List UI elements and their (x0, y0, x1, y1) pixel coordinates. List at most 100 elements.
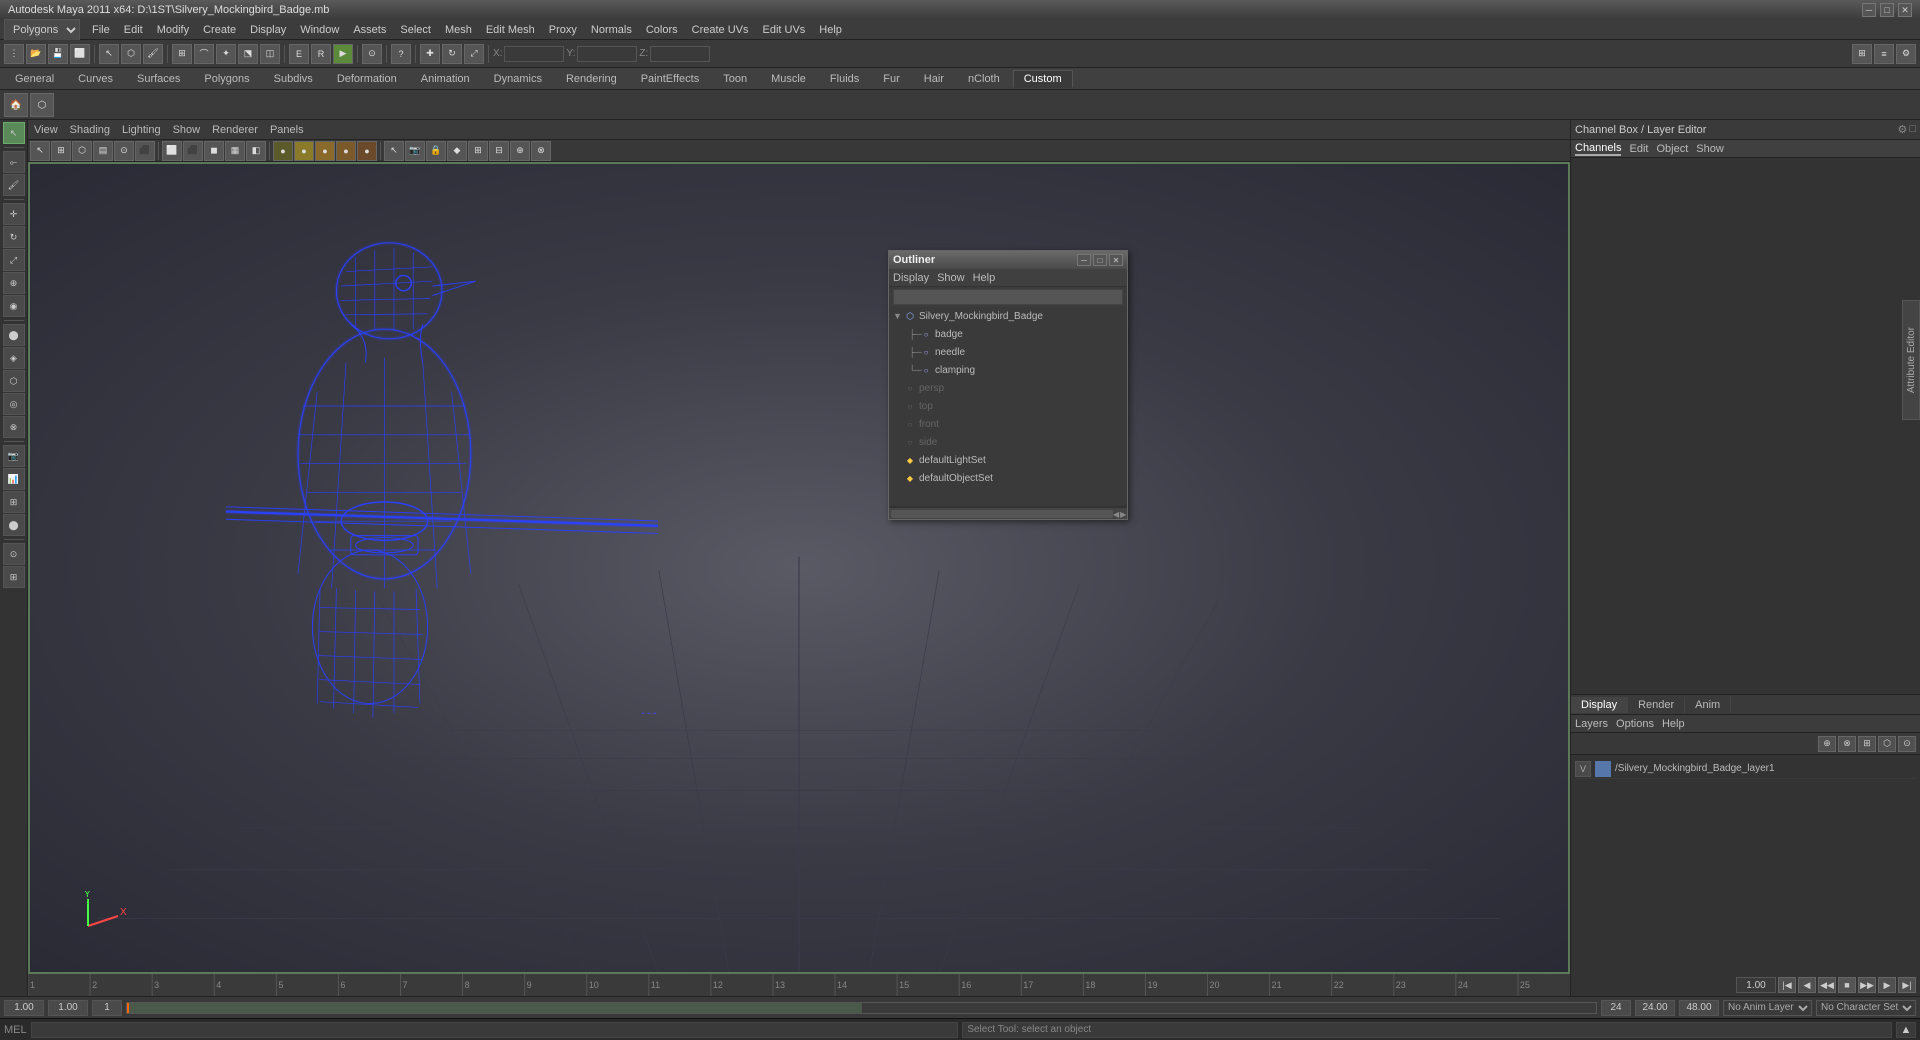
scroll-left[interactable]: ◀ (1113, 510, 1119, 518)
vp-icon-smooth[interactable]: ⊙ (114, 141, 134, 161)
vp-icon-wireframe[interactable]: ⬛ (135, 141, 155, 161)
shelf-tab-custom[interactable]: Custom (1013, 70, 1073, 88)
tree-item-lightset[interactable]: ◆ defaultLightSet (889, 451, 1127, 469)
mel-input[interactable] (31, 1022, 959, 1038)
vp-menu-renderer[interactable]: Renderer (210, 124, 260, 136)
cluster-tool[interactable]: ⬡ (3, 370, 25, 392)
shelf-icon-home[interactable]: 🏠 (4, 93, 28, 117)
shelf-tab-toon[interactable]: Toon (712, 70, 758, 88)
outliner-menu-help[interactable]: Help (973, 272, 996, 284)
menu-display[interactable]: Display (244, 23, 292, 37)
vp-quality-3[interactable]: ● (315, 141, 335, 161)
snap-view-icon[interactable]: ⬔ (238, 44, 258, 64)
maximize-button[interactable]: □ (1880, 3, 1894, 17)
timeline-ruler[interactable]: 1 2 3 4 5 6 7 8 9 (28, 974, 1570, 996)
extrude-icon[interactable]: E (289, 44, 309, 64)
vp-menu-show[interactable]: Show (171, 124, 203, 136)
vp-shading-shadow[interactable]: ◧ (246, 141, 266, 161)
snap-curve-icon[interactable]: ⌒ (194, 44, 214, 64)
vp-shading-2[interactable]: ⬛ (183, 141, 203, 161)
vp-tool1[interactable]: ⊞ (468, 141, 488, 161)
le-tool-5[interactable]: ⊙ (1898, 736, 1916, 752)
viewport-canvas[interactable]: X Y (28, 162, 1570, 974)
move-tool[interactable]: ✛ (3, 203, 25, 225)
minimize-button[interactable]: ─ (1862, 3, 1876, 17)
render-tool[interactable]: ⬤ (3, 514, 25, 536)
vp-menu-shading[interactable]: Shading (68, 124, 112, 136)
coord-x-input[interactable] (504, 46, 564, 62)
coord-z-input[interactable] (650, 46, 710, 62)
shelf-tab-curves[interactable]: Curves (67, 70, 124, 88)
tree-item-top[interactable]: ○ top (889, 397, 1127, 415)
step-back[interactable]: ◀ (1798, 977, 1816, 993)
construction-history-icon[interactable]: ⊙ (362, 44, 382, 64)
select-all-icon[interactable]: ⋮ (4, 44, 24, 64)
snap-tool[interactable]: ⊞ (3, 566, 25, 588)
right-icons-3[interactable]: ⚙ (1896, 44, 1916, 64)
menu-mesh[interactable]: Mesh (439, 23, 478, 37)
outliner-search-input[interactable] (893, 289, 1123, 305)
menu-edit-mesh[interactable]: Edit Mesh (480, 23, 541, 37)
attribute-editor-side-tab[interactable]: Attribute Editor (1902, 300, 1920, 420)
channel-box-icon-2[interactable]: □ (1909, 123, 1916, 136)
vp-shading-tex[interactable]: ▦ (225, 141, 245, 161)
menu-edit-uvs[interactable]: Edit UVs (757, 23, 812, 37)
le-tab-display[interactable]: Display (1571, 697, 1628, 713)
shelf-tab-polygons[interactable]: Polygons (193, 70, 260, 88)
vp-tool3[interactable]: ⊕ (510, 141, 530, 161)
menu-select[interactable]: Select (394, 23, 437, 37)
le-tool-2[interactable]: ⊗ (1838, 736, 1856, 752)
range-current-start-input[interactable] (48, 1000, 88, 1016)
soft-mod-tool[interactable]: ◉ (3, 295, 25, 317)
le-tab-render[interactable]: Render (1628, 697, 1685, 713)
tree-item-front[interactable]: ○ front (889, 415, 1127, 433)
go-to-end[interactable]: ▶| (1898, 977, 1916, 993)
rotate-icon[interactable]: ↻ (442, 44, 462, 64)
channel-box-icon-1[interactable]: ⚙ (1897, 123, 1907, 136)
menu-edit[interactable]: Edit (118, 23, 149, 37)
outliner-menu-show[interactable]: Show (937, 272, 965, 284)
dope-sheet-tool[interactable]: ⊞ (3, 491, 25, 513)
snap-grid-icon[interactable]: ⊞ (172, 44, 192, 64)
vp-menu-view[interactable]: View (32, 124, 60, 136)
le-tool-3[interactable]: ⊞ (1858, 736, 1876, 752)
tree-item-needle[interactable]: ├─ ○ needle (889, 343, 1127, 361)
range-end-right-input[interactable] (1679, 1000, 1719, 1016)
universal-manip[interactable]: ⊕ (3, 272, 25, 294)
shelf-tab-fluids[interactable]: Fluids (819, 70, 870, 88)
le-tool-1[interactable]: ⊕ (1818, 736, 1836, 752)
stop[interactable]: ■ (1838, 977, 1856, 993)
step-forward[interactable]: ▶ (1878, 977, 1896, 993)
shelf-tab-subdivs[interactable]: Subdivs (263, 70, 324, 88)
vp-menu-lighting[interactable]: Lighting (120, 124, 163, 136)
ik-tool[interactable]: ⊗ (3, 416, 25, 438)
menu-normals[interactable]: Normals (585, 23, 638, 37)
tree-item-badge[interactable]: ├─ ○ badge (889, 325, 1127, 343)
lasso-tool[interactable]: ⟜ (3, 151, 25, 173)
show-manip-tool[interactable]: ⊙ (3, 543, 25, 565)
graph-editor-tool[interactable]: 📊 (3, 468, 25, 490)
vp-bookmark-icon[interactable]: ◆ (447, 141, 467, 161)
sculpt-tool[interactable]: ⬤ (3, 324, 25, 346)
scale-icon[interactable]: ⤢ (464, 44, 484, 64)
vp-select-icon[interactable]: ↖ (384, 141, 404, 161)
select-mode-icon[interactable]: ↖ (99, 44, 119, 64)
tree-item-silvery[interactable]: ▼ ⬡ Silvery_Mockingbird_Badge (889, 307, 1127, 325)
menu-colors[interactable]: Colors (640, 23, 684, 37)
scroll-right[interactable]: ▶ (1120, 510, 1126, 518)
scale-tool[interactable]: ⤢ (3, 249, 25, 271)
layer-visibility[interactable]: V (1575, 761, 1591, 777)
range-end-input[interactable] (1601, 1000, 1631, 1016)
paint-select-tool[interactable]: 🖌 (3, 174, 25, 196)
vp-icon-select[interactable]: ↖ (30, 141, 50, 161)
menu-assets[interactable]: Assets (347, 23, 392, 37)
tree-item-side[interactable]: ○ side (889, 433, 1127, 451)
tree-item-objectset[interactable]: ◆ defaultObjectSet (889, 469, 1127, 487)
range-frame-input[interactable] (92, 1000, 122, 1016)
render-icon[interactable]: R (311, 44, 331, 64)
move-icon[interactable]: ✚ (420, 44, 440, 64)
cb-tab-channels[interactable]: Channels (1575, 142, 1621, 156)
outliner-minimize[interactable]: ─ (1077, 254, 1091, 266)
menu-help[interactable]: Help (813, 23, 848, 37)
shelf-tab-deformation[interactable]: Deformation (326, 70, 408, 88)
